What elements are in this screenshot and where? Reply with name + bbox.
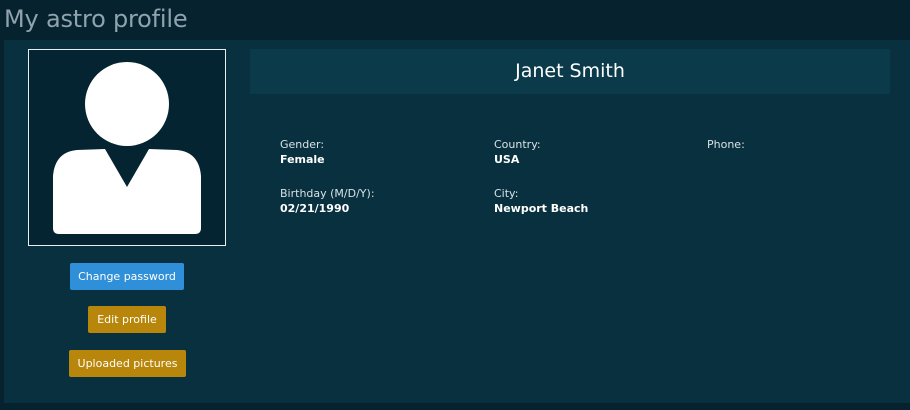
country-label: Country:: [494, 138, 541, 151]
country-value: USA: [494, 153, 520, 166]
gender-field: Gender: Female: [280, 138, 325, 168]
user-silhouette-icon: [53, 62, 201, 234]
gender-value: Female: [280, 153, 325, 166]
phone-label: Phone:: [707, 138, 745, 151]
birthday-label: Birthday (M/D/Y):: [280, 187, 375, 200]
birthday-field: Birthday (M/D/Y): 02/21/1990: [280, 187, 375, 217]
uploaded-pictures-button[interactable]: Uploaded pictures: [69, 350, 186, 377]
birthday-value: 02/21/1990: [280, 202, 350, 215]
gender-label: Gender:: [280, 138, 325, 151]
change-password-button[interactable]: Change password: [70, 263, 184, 290]
profile-panel: Change password Edit profile Uploaded pi…: [4, 40, 910, 403]
country-field: Country: USA: [494, 138, 541, 168]
phone-field: Phone:: [707, 138, 745, 152]
profile-name: Janet Smith: [250, 49, 890, 94]
city-value: Newport Beach: [494, 202, 589, 215]
page-footer-strip: [0, 403, 910, 410]
edit-profile-button[interactable]: Edit profile: [88, 306, 166, 333]
city-field: City: Newport Beach: [494, 187, 588, 217]
page-title: My astro profile: [4, 5, 188, 33]
avatar: [28, 49, 226, 246]
city-label: City:: [494, 187, 519, 200]
